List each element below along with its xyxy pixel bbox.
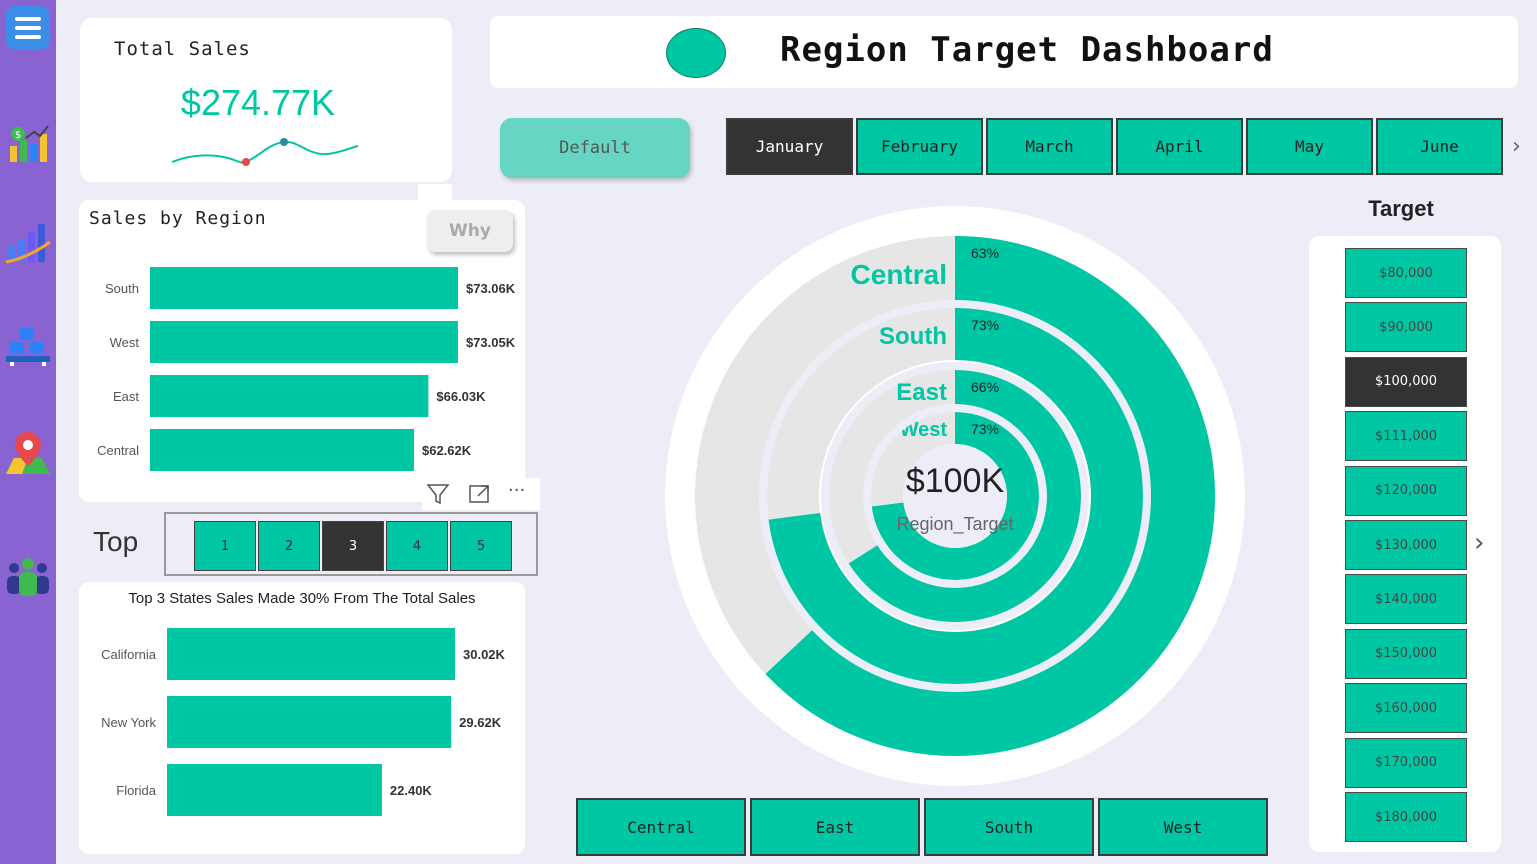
bar-value-label: 30.02K [463, 647, 506, 662]
top-label: Top [93, 526, 139, 557]
top-n-button-1[interactable]: 1 [194, 521, 256, 571]
radial-value-label: 66% [971, 379, 999, 395]
month-button-april[interactable]: April [1116, 118, 1243, 175]
sidebar: $ [0, 0, 56, 864]
target-title: Target [1368, 196, 1434, 221]
month-slicer: January February March April May June [726, 118, 1506, 175]
header-bar: Region Target Dashboard [490, 16, 1518, 88]
target-option[interactable]: $100,000 [1345, 356, 1467, 407]
month-button-february[interactable]: February [856, 118, 983, 175]
bar-new-york[interactable] [167, 696, 452, 748]
total-sales-value: $274.77K [180, 82, 336, 123]
sales-sparkline [171, 138, 359, 166]
radial-category-label: East [896, 379, 947, 406]
region-button-central[interactable]: Central [576, 798, 746, 856]
bar-south[interactable] [150, 267, 458, 309]
target-option[interactable]: $80,000 [1345, 248, 1467, 298]
focus-mode-icon[interactable] [468, 482, 492, 506]
target-option[interactable]: $120,000 [1345, 465, 1467, 516]
card-corner-fill [418, 184, 452, 200]
radial-center-label: Region_Target [896, 514, 1013, 535]
bar-category-label: West [110, 335, 140, 350]
month-next-chevron-icon[interactable]: › [1512, 134, 1521, 159]
visual-toolbar: ··· [422, 478, 540, 510]
target-slicer: $80,000 $90,000 $100,000 $111,000 $120,000 $1… [1309, 236, 1501, 852]
month-button-may[interactable]: May [1246, 118, 1373, 175]
page-title: Region Target Dashboard [780, 30, 1274, 70]
default-button[interactable]: Default [500, 118, 690, 178]
target-option[interactable]: $170,000 [1345, 737, 1467, 788]
target-option[interactable]: $130,000 [1345, 520, 1467, 570]
target-option[interactable]: $140,000 [1345, 574, 1467, 625]
bar-category-label: New York [101, 715, 156, 730]
bar-value-label: $66.03K [436, 389, 486, 404]
top-n-button-5[interactable]: 5 [450, 521, 512, 571]
bar-category-label: East [113, 389, 139, 404]
region-slicer: Central East South West [576, 798, 1268, 856]
target-option[interactable]: $180,000 [1345, 792, 1467, 842]
region-button-west[interactable]: West [1098, 798, 1268, 856]
top-states-chart: California 30.02K New York 29.62K Florida 22.… [101, 628, 506, 816]
sparkline-min-point [242, 158, 250, 166]
bar-florida[interactable] [167, 764, 382, 816]
top-n-button-4[interactable]: 4 [386, 521, 448, 571]
radial-value-label: 73% [971, 421, 999, 437]
bar-category-label: South [105, 281, 139, 296]
bar-value-label: $73.06K [466, 281, 516, 296]
radial-value-label: 63% [971, 245, 999, 261]
sales-by-region-card: Sales by Region Why South $73.06K West $73.… [79, 200, 525, 502]
menu-icon[interactable] [6, 6, 50, 50]
growth-chart-icon[interactable] [4, 218, 52, 266]
bar-value-label: $62.62K [422, 443, 472, 458]
bar-value-label: 22.40K [390, 783, 433, 798]
bar-category-label: Central [97, 443, 139, 458]
top-n-buttons: 12345 [194, 521, 514, 571]
sales-by-region-chart: South $73.06K West $73.05K East $66.03K Centra… [97, 267, 516, 471]
why-button[interactable]: Why [427, 210, 513, 252]
radial-center-value: $100K [906, 462, 1005, 500]
svg-text:$: $ [15, 130, 21, 141]
target-option[interactable]: $90,000 [1345, 302, 1467, 353]
month-button-march[interactable]: March [986, 118, 1113, 175]
top-n-button-2[interactable]: 2 [258, 521, 320, 571]
bar-value-label: 29.62K [459, 715, 502, 730]
team-icon[interactable] [4, 552, 52, 600]
bar-california[interactable] [167, 628, 455, 680]
radial-category-label: South [879, 323, 947, 350]
radial-category-label: Central [851, 259, 947, 290]
target-option[interactable]: $150,000 [1345, 628, 1467, 679]
target-option[interactable]: $111,000 [1345, 411, 1467, 462]
more-options-icon[interactable]: ··· [508, 480, 525, 501]
logo-icon [666, 28, 726, 78]
bar-east[interactable] [150, 375, 429, 417]
sales-chart-icon[interactable]: $ [4, 120, 52, 168]
total-sales-title: Total Sales [114, 38, 251, 60]
region-target-radial-chart: Central63%South 73%East 66%West 73%$100KReg… [665, 206, 1245, 786]
top-states-title: Top 3 States Sales Made 30% From The Tot… [128, 590, 476, 607]
map-pin-icon[interactable] [4, 428, 52, 476]
sales-by-region-title: Sales by Region [89, 208, 267, 229]
target-next-chevron-icon[interactable]: › [1474, 528, 1484, 558]
target-option[interactable]: $160,000 [1345, 683, 1467, 734]
bar-value-label: $73.05K [466, 335, 516, 350]
top-n-slicer-frame: 12345 [164, 512, 538, 576]
bar-category-label: California [101, 647, 157, 662]
region-button-east[interactable]: East [750, 798, 920, 856]
bar-central[interactable] [150, 429, 414, 471]
bar-west[interactable] [150, 321, 458, 363]
total-sales-card: Total Sales $274.77K [80, 18, 452, 182]
filter-icon[interactable] [426, 482, 450, 506]
bar-category-label: Florida [116, 783, 157, 798]
region-button-south[interactable]: South [924, 798, 1094, 856]
top-n-button-3[interactable]: 3 [322, 521, 384, 571]
radial-value-label: 73% [971, 317, 999, 333]
month-button-june[interactable]: June [1376, 118, 1503, 175]
boxes-icon[interactable] [4, 322, 52, 370]
month-button-january[interactable]: January [726, 118, 853, 175]
sparkline-max-point [280, 138, 288, 146]
top-states-card: Top 3 States Sales Made 30% From The Tot… [79, 582, 525, 854]
